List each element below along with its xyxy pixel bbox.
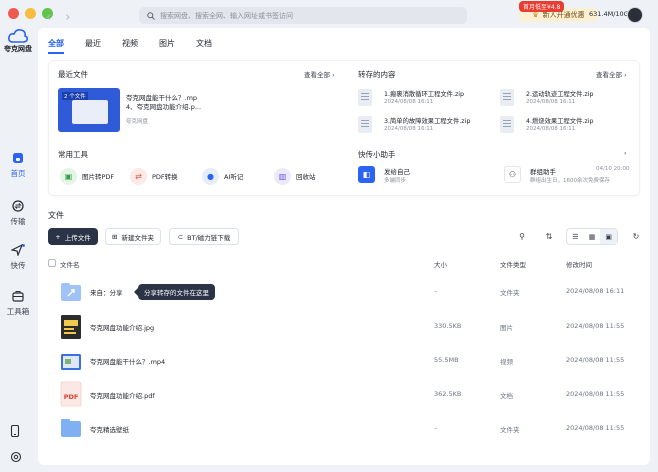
forward-arrow-icon[interactable]: › <box>65 10 70 25</box>
list-view-icon[interactable]: ☰ <box>567 229 584 244</box>
rail-item-label: 快传 <box>10 261 26 270</box>
recent-file-thumbnail[interactable]: 2 个文件 <box>58 88 120 132</box>
group-helper[interactable]: ⚇ 群组助手 群组出生日，1600余次免费保存 04/10 20:00 <box>504 164 636 186</box>
column-header-modified[interactable]: 修改时间 <box>566 259 592 269</box>
send-to-self-icon: ◧ <box>358 166 375 183</box>
storage-usage: 631.4M/10G <box>589 10 629 18</box>
recent-see-all-link[interactable]: 查看全部 › <box>304 69 335 79</box>
rail-item-label: 工具箱 <box>6 307 30 316</box>
sort-icon[interactable]: ⇅ <box>541 228 557 245</box>
saved-item[interactable]: 4.燃烧效果工程文件.zip 2024/08/08 16:11 <box>500 114 630 136</box>
plus-icon: + <box>55 232 61 241</box>
table-row[interactable]: 夸克精选壁纸 – 文件夹 2024/08/08 11:55 <box>38 412 650 446</box>
shared-folder-tooltip: 分享转存的文件在这里 <box>134 284 215 300</box>
column-header-size[interactable]: 大小 <box>434 259 447 269</box>
tool-pdf-convert[interactable]: ⇄ PDF转换 <box>130 166 178 186</box>
rail-item-home[interactable]: 首页 <box>0 152 36 179</box>
helper-more-arrow-icon[interactable]: › <box>624 149 627 157</box>
grid-view-icon[interactable]: ▦ <box>584 229 601 244</box>
rail-item-label: 传输 <box>10 217 26 226</box>
table-row[interactable]: 来自：分享 分享转存的文件在这里 – 文件夹 2024/08/08 16:11 <box>38 276 650 310</box>
magnet-icon: ⊂ <box>177 232 184 241</box>
common-tools-title: 常用工具 <box>58 150 88 159</box>
tool-recycle-bin[interactable]: ▥ 回收站 <box>274 166 316 186</box>
avatar[interactable] <box>627 7 643 23</box>
vip-promo-badge: 首月低至¥4.8 <box>519 1 565 12</box>
column-header-type[interactable]: 文件类型 <box>500 259 526 269</box>
files-section-title: 文件 <box>48 211 64 220</box>
column-header-name[interactable]: 文件名 <box>60 259 80 269</box>
thumbnail-count-tag: 2 个文件 <box>62 92 88 100</box>
tab-document[interactable]: 文档 <box>196 38 212 54</box>
table-row[interactable]: PDF 夸克网盘功能介绍.pdf 362.5KB 文档 2024/08/08 1… <box>38 378 650 412</box>
search-icon <box>147 11 155 20</box>
new-folder-button[interactable]: ⊞ 新建文件夹 <box>105 228 161 245</box>
zip-file-icon <box>500 89 514 106</box>
rail-item-transfer[interactable]: 传输 <box>0 200 36 227</box>
bt-download-button[interactable]: ⊂ BT/磁力链下载 <box>169 228 239 245</box>
search-placeholder: 搜索网盘、搜索全网、输入网址或书签访问 <box>160 11 293 20</box>
rail-item-toolbox[interactable]: 工具箱 <box>0 290 36 317</box>
zip-file-icon <box>500 116 514 133</box>
app-logo-label: 夸克网盘 <box>4 45 32 53</box>
tab-video[interactable]: 视频 <box>122 38 138 54</box>
trash-icon: ▥ <box>274 167 291 185</box>
large-icon-view-icon[interactable]: ▣ <box>600 229 618 244</box>
zip-file-icon <box>358 116 372 133</box>
upload-file-button[interactable]: + 上传文件 <box>48 228 98 245</box>
table-row[interactable]: 夸克网盘能干什么？.mp4 55.5MB 视频 2024/08/08 11:55 <box>38 344 650 378</box>
filter-icon[interactable]: ⚲ <box>514 228 530 245</box>
toolbox-icon <box>12 291 24 302</box>
saved-content-title: 转存的内容 <box>358 70 396 79</box>
phone-icon[interactable] <box>10 422 20 441</box>
cloud-logo-icon <box>8 29 28 43</box>
svg-text:PDF: PDF <box>64 393 79 401</box>
video-file-icon <box>61 354 81 370</box>
search-input[interactable]: 搜索网盘、搜索全网、输入网址或书签访问 <box>139 7 467 24</box>
saved-item[interactable]: 2.运动轨迹工程文件.zip 2024/08/08 16:11 <box>500 87 630 109</box>
transfer-icon <box>12 200 24 212</box>
tab-recent[interactable]: 最近 <box>85 38 101 54</box>
send-to-self[interactable]: ◧ 发给自己 多端同步 <box>358 164 478 186</box>
folder-icon <box>61 419 81 437</box>
crown-icon: ♛ <box>532 11 539 19</box>
category-tabs: 全部 最近 视频 图片 文档 <box>48 38 212 54</box>
saved-item[interactable]: 1.瘢裹消散循环工程文件.zip 2024/08/08 16:11 <box>358 87 488 109</box>
refresh-icon[interactable]: ↻ <box>628 228 644 245</box>
saved-see-all-link[interactable]: 查看全部 › <box>596 69 627 79</box>
view-mode-toggle: ☰ ▦ ▣ <box>566 228 618 245</box>
group-icon: ⚇ <box>504 166 521 183</box>
home-icon <box>13 153 23 163</box>
left-rail: 夸克网盘 首页 传输 快传 工具箱 <box>0 0 36 472</box>
zip-file-icon <box>358 89 372 106</box>
select-all-checkbox[interactable] <box>48 259 56 267</box>
tool-ai-notes[interactable]: ● AI听记 <box>202 166 243 186</box>
main-panel: 全部 最近 视频 图片 文档 最近文件 查看全部 › 2 个文件 夸克网盘能干什… <box>38 28 650 465</box>
table-row[interactable]: 夸克网盘功能介绍.jpg 330.5KB 图片 2024/08/08 11:55 <box>38 310 650 344</box>
folder-plus-icon: ⊞ <box>112 232 118 241</box>
history-nav: ‹ › <box>46 10 70 25</box>
tab-image[interactable]: 图片 <box>159 38 175 54</box>
microphone-icon: ● <box>202 167 219 185</box>
pdf-convert-icon: ⇄ <box>130 167 147 185</box>
pdf-file-icon: PDF <box>60 381 82 407</box>
recent-file-name[interactable]: 夸克网盘能干什么？.mp 4、夸克网盘功能介绍.p... <box>126 94 226 112</box>
image-file-icon <box>61 315 81 339</box>
image-to-pdf-icon: ▣ <box>60 167 77 185</box>
settings-icon[interactable] <box>10 448 22 467</box>
tool-image-to-pdf[interactable]: ▣ 图片转PDF <box>60 166 114 186</box>
tab-all[interactable]: 全部 <box>48 38 64 54</box>
shared-folder-icon <box>61 283 81 301</box>
rail-item-label: 首页 <box>10 169 26 178</box>
app-logo: 夸克网盘 <box>2 28 34 54</box>
recent-file-source: 夸克网盘 <box>126 119 149 125</box>
group-helper-time: 04/10 20:00 <box>596 166 630 172</box>
recent-files-title: 最近文件 <box>58 70 88 79</box>
helper-title: 快传小助手 <box>358 150 396 159</box>
back-arrow-icon[interactable]: ‹ <box>46 10 51 25</box>
thumbnail-preview <box>72 100 108 124</box>
send-icon <box>11 244 25 256</box>
saved-item[interactable]: 3.简单的故障效果工程文件.zip 2024/08/08 16:11 <box>358 114 488 136</box>
rail-item-quick-send[interactable]: 快传 <box>0 244 36 271</box>
